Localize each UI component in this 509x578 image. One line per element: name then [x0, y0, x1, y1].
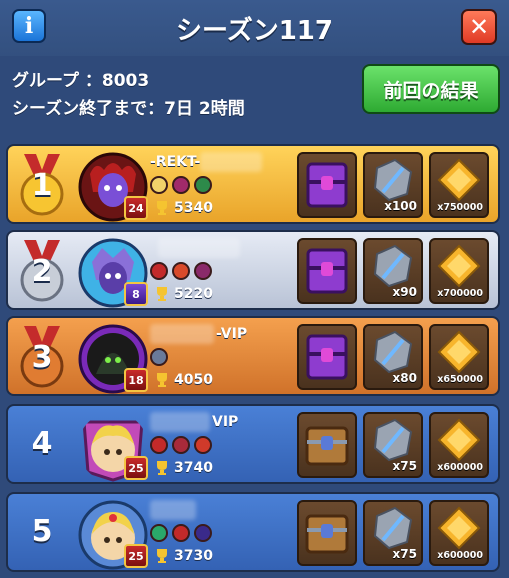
rank-number: 5: [31, 514, 53, 549]
trophy-icon: [157, 287, 167, 301]
name-redaction: [150, 412, 210, 432]
emblem-icon: [172, 176, 190, 194]
trophy-value: 4050: [174, 372, 213, 388]
trophy-icon: [157, 373, 167, 387]
name-redaction: [158, 238, 240, 258]
leaderboard-row[interactable]: 1 24 -REKT- 5340 x100 x750000: [6, 144, 500, 224]
emblem-list: [150, 436, 212, 454]
emblem-icon: [150, 262, 168, 280]
leaderboard-row[interactable]: 4 25 VIP 3740 x75 x600000: [6, 404, 500, 484]
emblem-icon: [172, 262, 190, 280]
trophy-value: 3740: [174, 460, 213, 476]
emblem-list: [150, 176, 212, 194]
emblem-list: [150, 524, 212, 542]
emblem-list: [150, 348, 168, 366]
trophy-count: 5220: [154, 286, 213, 302]
reward-coin[interactable]: x750000: [429, 152, 489, 218]
purple-chest-icon: [306, 334, 348, 380]
reward-chest[interactable]: [297, 324, 357, 390]
sword-quantity: x90: [392, 285, 417, 299]
sword-quantity: x100: [384, 199, 417, 213]
season-title: シーズン117: [176, 16, 333, 46]
level-badge: 25: [124, 544, 148, 568]
reward-chest[interactable]: [297, 152, 357, 218]
emblem-icon: [172, 436, 190, 454]
previous-results-button[interactable]: 前回の結果: [362, 64, 500, 114]
reward-coin[interactable]: x650000: [429, 324, 489, 390]
rank-number: 3: [31, 340, 53, 375]
season-end-label: シーズン終了まで：7日 2時間: [12, 99, 245, 119]
player-name: -REKT-: [150, 154, 201, 170]
trophy-icon: [157, 201, 167, 215]
trophy-value: 5340: [174, 200, 213, 216]
level-badge: 8: [124, 282, 148, 306]
coin-quantity: x700000: [437, 288, 483, 299]
sword-quantity: x75: [392, 547, 417, 561]
reward-coin[interactable]: x700000: [429, 238, 489, 304]
reward-sword[interactable]: x80: [363, 324, 423, 390]
player-name: -VIP: [216, 326, 248, 342]
coin-quantity: x600000: [437, 550, 483, 561]
emblem-icon: [172, 524, 190, 542]
coin-quantity: x750000: [437, 202, 483, 213]
purple-chest-icon: [306, 162, 348, 208]
trophy-count: 3730: [154, 548, 213, 564]
leaderboard-row[interactable]: 3 18 -VIP 4050 x80 x650000: [6, 316, 500, 396]
wooden-chest-icon: [305, 426, 349, 466]
emblem-icon: [150, 176, 168, 194]
reward-sword[interactable]: x75: [363, 412, 423, 478]
reward-sword[interactable]: x75: [363, 500, 423, 566]
group-label: グループ ：8003: [12, 71, 150, 91]
trophy-count: 3740: [154, 460, 213, 476]
reward-coin[interactable]: x600000: [429, 412, 489, 478]
reward-chest[interactable]: [297, 238, 357, 304]
emblem-icon: [150, 348, 168, 366]
emblem-icon: [150, 436, 168, 454]
reward-sword[interactable]: x90: [363, 238, 423, 304]
emblem-icon: [194, 436, 212, 454]
trophy-count: 4050: [154, 372, 213, 388]
name-redaction: [150, 324, 214, 344]
emblem-icon: [150, 524, 168, 542]
reward-coin[interactable]: x600000: [429, 500, 489, 566]
reward-chest[interactable]: [297, 500, 357, 566]
name-redaction: [150, 500, 196, 520]
level-badge: 25: [124, 456, 148, 480]
name-redaction: [200, 152, 262, 172]
leaderboard-row[interactable]: 2 8 5220 x90 x700000: [6, 230, 500, 310]
emblem-icon: [194, 262, 212, 280]
sword-quantity: x80: [392, 371, 417, 385]
emblem-list: [150, 262, 212, 280]
rank-number: 2: [31, 254, 53, 289]
player-name: VIP: [212, 414, 239, 430]
level-badge: 18: [124, 368, 148, 392]
rank-number: 1: [31, 168, 53, 203]
reward-sword[interactable]: x100: [363, 152, 423, 218]
sword-quantity: x75: [392, 459, 417, 473]
emblem-icon: [194, 176, 212, 194]
leaderboard-row[interactable]: 5 25 3730 x75 x600000: [6, 492, 500, 572]
coin-quantity: x600000: [437, 462, 483, 473]
emblem-icon: [194, 524, 212, 542]
rank-number: 4: [31, 426, 53, 461]
close-icon: ✕: [468, 13, 490, 41]
trophy-value: 5220: [174, 286, 213, 302]
trophy-count: 5340: [154, 200, 213, 216]
trophy-value: 3730: [174, 548, 213, 564]
reward-chest[interactable]: [297, 412, 357, 478]
trophy-icon: [157, 549, 167, 563]
close-button[interactable]: ✕: [461, 9, 497, 45]
trophy-icon: [157, 461, 167, 475]
wooden-chest-icon: [305, 514, 349, 554]
purple-chest-icon: [306, 248, 348, 294]
coin-quantity: x650000: [437, 374, 483, 385]
level-badge: 24: [124, 196, 148, 220]
